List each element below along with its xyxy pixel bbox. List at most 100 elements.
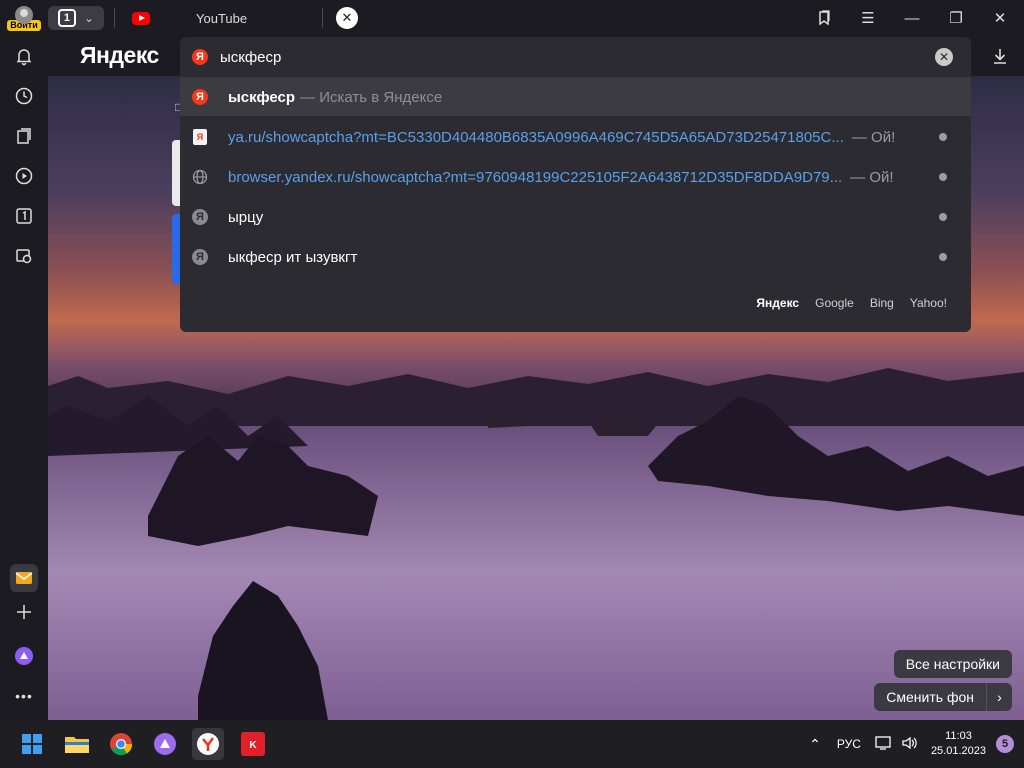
tab-bar: Войти 1 ⌄ YouTube ✕ ☰ — ❐ ✕ <box>0 0 1024 36</box>
suggestion-query: ыкфеср ит ызувкгт <box>228 248 358 266</box>
suggestion-url: ya.ru/showcaptcha?mt=BC5330D404480B6835A… <box>228 128 844 146</box>
media-button[interactable] <box>10 162 38 190</box>
engine-google[interactable]: Google <box>815 296 854 310</box>
start-button[interactable] <box>16 728 48 760</box>
show-hidden-icons-button[interactable]: ⌃ <box>809 736 821 753</box>
notification-badge[interactable]: 5 <box>996 735 1014 753</box>
downloads-button[interactable] <box>990 46 1010 66</box>
close-tab-button[interactable]: ✕ <box>336 7 358 29</box>
engine-yahoo[interactable]: Yahoo! <box>910 296 947 310</box>
yandex-icon: Я <box>192 49 208 65</box>
add-panel-button[interactable] <box>10 598 38 626</box>
more-button[interactable]: ••• <box>10 682 38 710</box>
volume-icon[interactable] <box>901 735 919 754</box>
suggestion-query: ырцу <box>228 208 264 226</box>
tab-youtube[interactable]: YouTube <box>124 0 324 36</box>
clock[interactable]: 11:03 25.01.2023 <box>931 729 986 759</box>
tab-group-sidebar-button[interactable] <box>10 202 38 230</box>
youtube-icon <box>132 11 150 25</box>
suggestion-hint: — Искать в Яндексе <box>300 88 443 106</box>
system-tray: ⌃ РУС 11:03 25.01.2023 5 <box>809 720 1024 768</box>
suggestion-query: ыскфеср <box>228 88 296 106</box>
search-input[interactable] <box>220 48 820 66</box>
card-fragment <box>172 214 180 284</box>
suggestion-url: browser.yandex.ru/showcaptcha?mt=9760948… <box>228 168 843 186</box>
minimize-button[interactable]: — <box>890 0 934 36</box>
close-window-button[interactable]: ✕ <box>978 0 1022 36</box>
suggestion-page-title: — Ой! <box>850 168 894 186</box>
suggestions-dropdown: Я ыскфеср — Искать в Яндексе Я ya.ru/sho… <box>180 77 971 332</box>
clock-icon <box>15 87 33 105</box>
sidebar: ••• <box>0 36 48 720</box>
yandex-icon: Я <box>192 249 208 265</box>
alice-icon <box>154 733 176 755</box>
history-button[interactable] <box>10 82 38 110</box>
tab-title: YouTube <box>196 10 248 26</box>
notifications-button[interactable] <box>10 42 38 70</box>
collections-sidebar-button[interactable] <box>10 122 38 150</box>
kaspersky-icon: K <box>241 732 265 756</box>
collections-button[interactable] <box>802 0 846 36</box>
minimize-icon: — <box>904 9 920 27</box>
close-icon: ✕ <box>993 10 1007 27</box>
alice-taskbar-button[interactable] <box>149 728 181 760</box>
remove-suggestion-button[interactable] <box>939 213 947 221</box>
remove-suggestion-button[interactable] <box>939 253 947 261</box>
mail-icon <box>15 572 33 584</box>
alice-button[interactable] <box>10 642 38 670</box>
screenshot-button[interactable] <box>10 242 38 270</box>
download-icon <box>994 49 1006 64</box>
suggestion-item[interactable]: Я ыскфеср — Искать в Яндексе <box>180 78 971 116</box>
svg-text:K: K <box>249 740 257 751</box>
remove-suggestion-button[interactable] <box>939 133 947 141</box>
alice-icon <box>15 647 33 665</box>
taskbar: K ⌃ РУС 11:03 25.01.2023 5 <box>0 720 1024 768</box>
windows-icon <box>22 734 42 754</box>
kaspersky-button[interactable]: K <box>237 728 269 760</box>
chevron-right-icon[interactable]: › <box>986 683 1012 711</box>
close-icon: ✕ <box>938 50 950 64</box>
tab-group-button[interactable]: 1 ⌄ <box>48 6 104 30</box>
engine-bing[interactable]: Bing <box>870 296 894 310</box>
plus-icon <box>17 605 31 619</box>
hamburger-icon: ☰ <box>861 10 875 27</box>
suggestion-item[interactable]: Я ya.ru/showcaptcha?mt=BC5330D404480B683… <box>180 118 971 156</box>
yandex-logo[interactable]: Яндекс <box>80 42 159 69</box>
bookmark-icon <box>819 10 830 26</box>
divider <box>322 8 323 28</box>
restore-button[interactable]: ❐ <box>934 0 978 36</box>
remove-suggestion-button[interactable] <box>939 173 947 181</box>
engine-yandex[interactable]: Яндекс <box>756 296 799 310</box>
suggestion-item[interactable]: browser.yandex.ru/showcaptcha?mt=9760948… <box>180 158 971 196</box>
suggestion-page-title: — Ой! <box>851 128 896 146</box>
divider <box>114 8 115 28</box>
documents-icon <box>17 128 31 144</box>
bell-icon <box>16 49 32 66</box>
address-bar[interactable]: Я ✕ <box>180 37 971 77</box>
suggestion-item[interactable]: Я ыкфеср ит ызувкгт <box>180 238 971 276</box>
favicon-icon: Я <box>193 129 207 145</box>
chrome-button[interactable] <box>105 728 137 760</box>
tab-number-icon <box>16 208 32 224</box>
globe-icon <box>192 169 208 185</box>
search-engine-selector: Яндекс Google Bing Yahoo! <box>756 296 947 310</box>
display-icon[interactable] <box>875 735 893 754</box>
language-indicator[interactable]: РУС <box>837 737 861 751</box>
clock-time: 11:03 <box>945 730 972 742</box>
mail-button[interactable] <box>10 564 38 592</box>
clock-date: 25.01.2023 <box>930 745 986 757</box>
play-icon <box>15 167 33 185</box>
yandex-icon: Я <box>192 89 208 105</box>
all-settings-button[interactable]: Все настройки <box>893 650 1012 678</box>
yandex-icon: Я <box>192 209 208 225</box>
yandex-browser-button[interactable] <box>192 728 224 760</box>
clear-button[interactable]: ✕ <box>935 48 953 66</box>
more-icon: ••• <box>15 688 33 704</box>
folder-icon <box>65 737 89 753</box>
file-explorer-button[interactable] <box>61 728 93 760</box>
card-fragment <box>172 140 180 206</box>
suggestion-item[interactable]: Я ырцу <box>180 198 971 236</box>
menu-button[interactable]: ☰ <box>846 0 890 36</box>
profile-button[interactable]: Войти <box>6 3 42 33</box>
avatar-icon <box>15 5 33 24</box>
